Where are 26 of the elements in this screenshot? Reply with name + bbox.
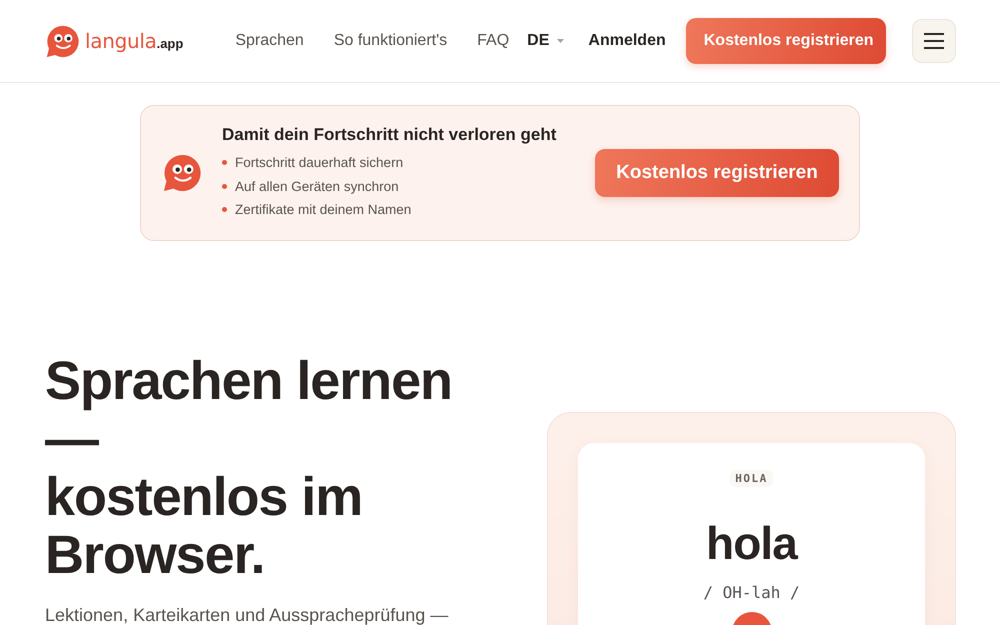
language-select[interactable]: DE	[527, 32, 564, 50]
register-button[interactable]: Kostenlos registrieren	[595, 149, 839, 197]
mascot-bubble-icon	[163, 154, 201, 192]
menu-button[interactable]	[912, 19, 956, 63]
nav-link[interactable]: FAQ	[477, 32, 510, 50]
benefit-text: Auf allen Geräten synchron	[235, 178, 399, 194]
bullet-icon	[222, 207, 227, 212]
benefit-text: Fortschritt dauerhaft sichern	[235, 155, 404, 170]
logo-wordmark: langula.app	[85, 29, 184, 53]
benefit-text: Zertifikate mit deinem Namen	[235, 202, 412, 217]
register-button[interactable]: Kostenlos registrieren	[686, 18, 886, 64]
banner-title: Damit dein Fortschritt nicht verloren geht	[222, 124, 556, 145]
hero-heading: Sprachen lernen — kostenlos im Browser.	[45, 352, 453, 584]
nav-link[interactable]: So funktioniert's	[334, 32, 448, 50]
menu-icon	[924, 33, 944, 49]
pronunciation-text: / OH-lah /	[703, 583, 800, 602]
logo[interactable]: langula.app	[46, 24, 184, 58]
word-tag: HOLA	[730, 470, 773, 487]
flashcard-word: hola	[706, 517, 797, 569]
nav-link[interactable]: Sprachen	[235, 32, 304, 50]
hero-subtitle: Lektionen, Karteikarten und Ausspracheprüfung —	[45, 604, 450, 625]
bullet-icon	[222, 160, 227, 165]
caret-icon	[557, 39, 564, 43]
bullet-icon	[222, 184, 227, 188]
login-link[interactable]: Anmelden	[588, 32, 666, 50]
logo-bubble-icon	[46, 24, 79, 58]
